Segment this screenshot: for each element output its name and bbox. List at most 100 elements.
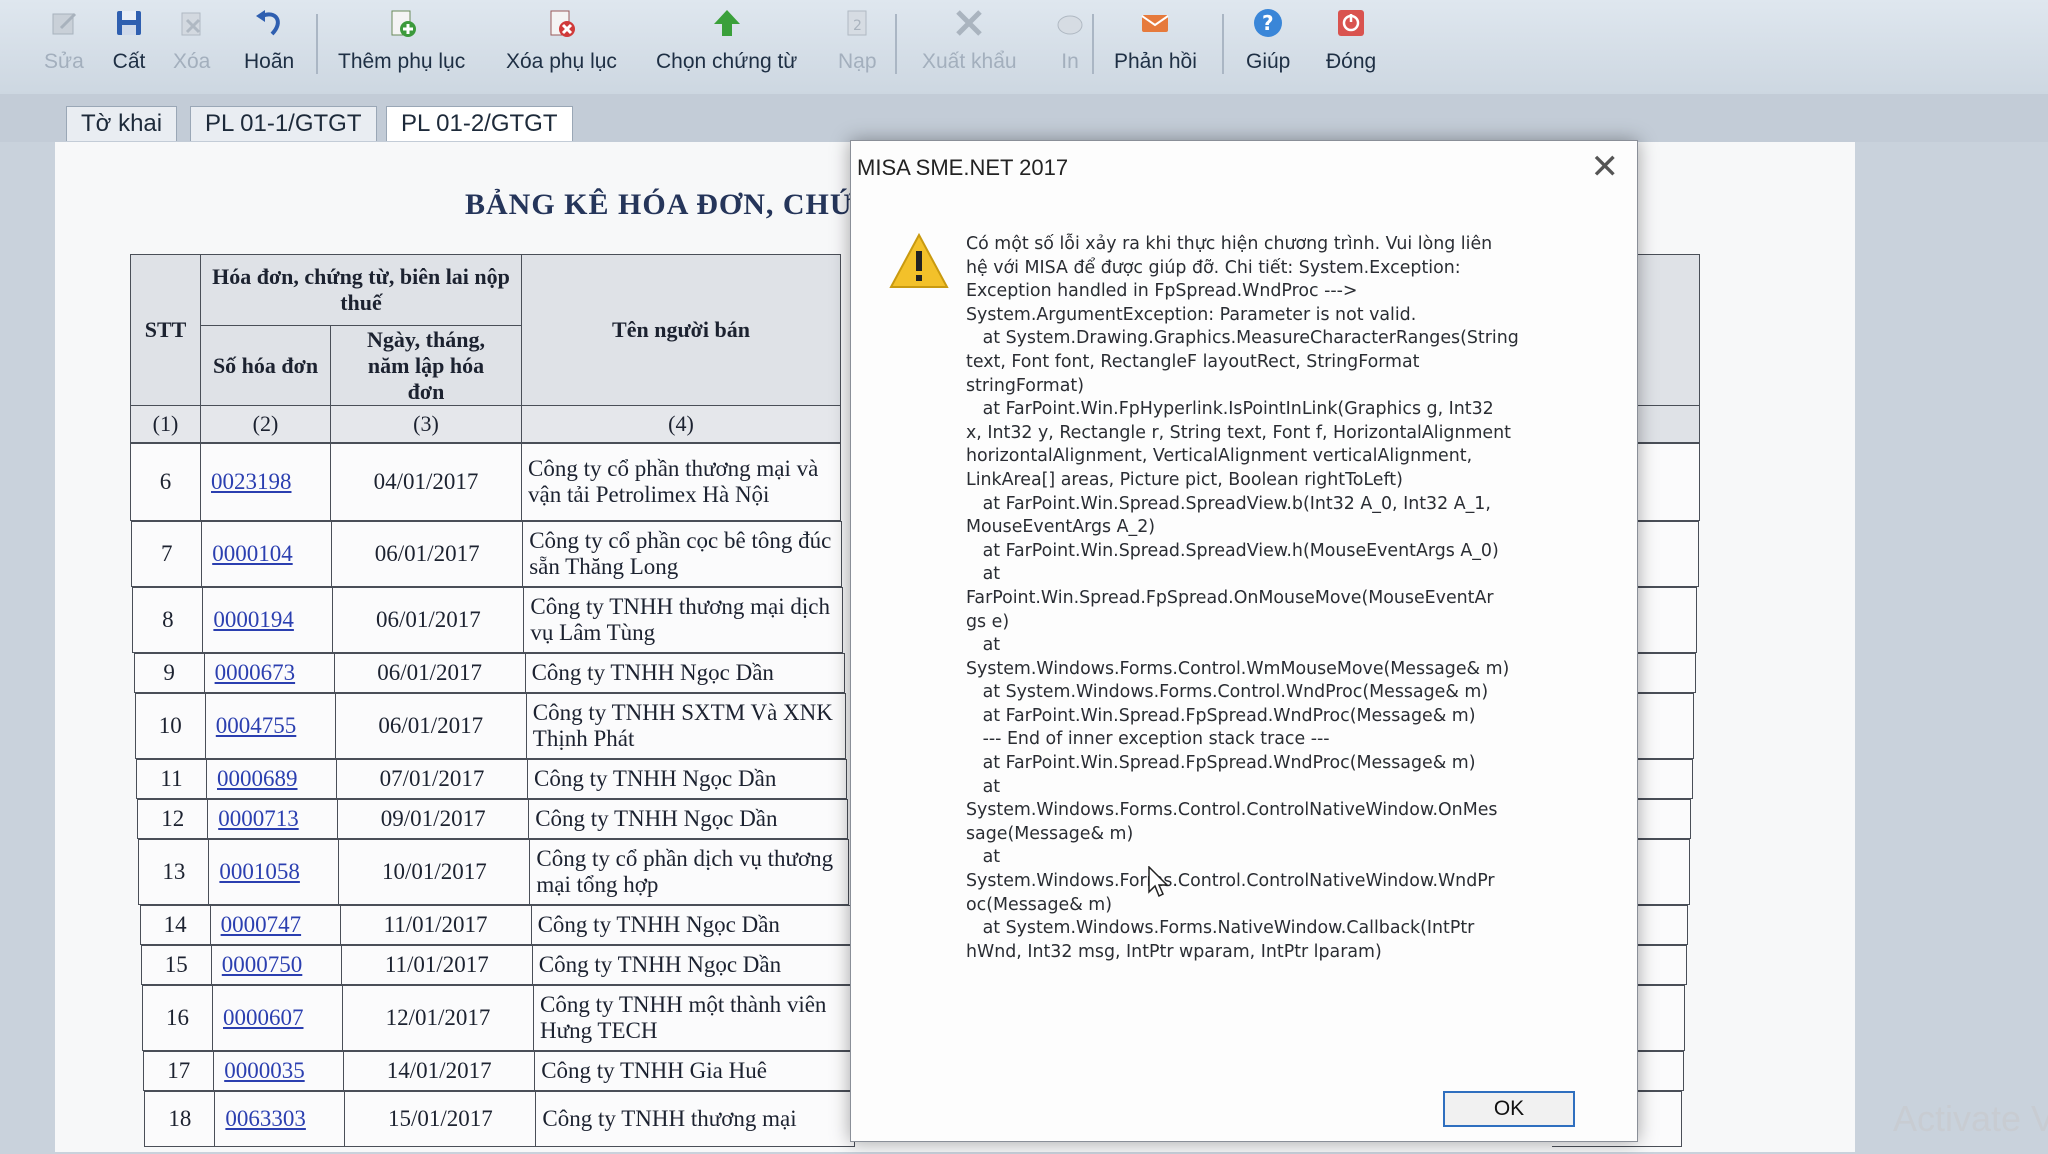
invoice-link[interactable]: 0000607 xyxy=(223,1005,304,1031)
invoice-link[interactable]: 0000104 xyxy=(212,541,293,567)
cell-invoice-no: 0023198 xyxy=(200,443,331,521)
cell-invoice-no: 0063303 xyxy=(214,1091,346,1147)
cell-stt: 16 xyxy=(142,985,213,1051)
cell-stt: 9 xyxy=(133,653,205,693)
undo-button[interactable]: Hoãn xyxy=(244,6,294,88)
tab-pl-01-2[interactable]: PL 01-2/GTGT xyxy=(386,106,573,141)
ok-button[interactable]: OK xyxy=(1443,1091,1575,1127)
table-row: 16 0000607 12/01/2017 Công ty TNHH một thàn… xyxy=(130,985,870,1051)
cell-invoice-no: 0000035 xyxy=(213,1051,345,1091)
feedback-icon xyxy=(1138,6,1172,40)
invoice-link[interactable]: 0000689 xyxy=(217,766,298,792)
cell-invoice-no: 0000689 xyxy=(206,759,337,799)
cell-date: 15/01/2017 xyxy=(344,1091,537,1147)
col-number-1: (1) xyxy=(130,405,201,443)
cell-stt: 8 xyxy=(132,587,204,653)
table-row: 15 0000750 11/01/2017 Công ty TNHH Ngọc Dần xyxy=(130,945,870,985)
help-icon: ? xyxy=(1251,6,1285,40)
cell-seller: Công ty cổ phần cọc bê tông đúc sẵn Thăn… xyxy=(522,521,843,587)
invoice-link[interactable]: 0001058 xyxy=(219,859,300,885)
print-icon xyxy=(1053,6,1087,40)
cell-date: 11/01/2017 xyxy=(339,905,532,945)
cell-invoice-no: 0000673 xyxy=(203,653,335,693)
cell-stt: 14 xyxy=(139,905,211,945)
cell-invoice-no: 0000104 xyxy=(201,521,333,587)
cell-date: 09/01/2017 xyxy=(337,799,530,839)
invoice-link[interactable]: 0000750 xyxy=(222,952,303,978)
invoice-link[interactable]: 0000673 xyxy=(215,660,296,686)
cell-seller: Công ty TNHH Gia Huê xyxy=(534,1051,855,1091)
cell-seller: Công ty TNHH Ngọc Dần xyxy=(531,945,852,985)
edit-button[interactable]: Sửa xyxy=(44,6,84,88)
dialog-title: MISA SME.NET 2017 xyxy=(857,155,1069,180)
cell-date: 06/01/2017 xyxy=(334,693,527,759)
export-button[interactable]: Xuất khẩu xyxy=(922,6,1017,88)
add-appendix-button[interactable]: Thêm phụ lục xyxy=(338,6,465,88)
table-row: 14 0000747 11/01/2017 Công ty TNHH Ngọc Dần xyxy=(130,905,870,945)
invoice-link[interactable]: 0000035 xyxy=(224,1058,305,1084)
col-number-2: (2) xyxy=(200,405,331,443)
cell-date: 06/01/2017 xyxy=(332,587,525,653)
select-document-icon xyxy=(710,6,744,40)
header-stt: STT xyxy=(130,254,201,406)
cell-seller: Công ty TNHH Ngọc Dần xyxy=(527,759,847,799)
cell-date: 06/01/2017 xyxy=(333,653,526,693)
cell-seller: Công ty TNHH SXTM Và XNK Thịnh Phát xyxy=(525,693,846,759)
toolbar-separator xyxy=(895,14,897,74)
toolbar-separator xyxy=(1222,14,1224,74)
invoice-link[interactable]: 0023198 xyxy=(211,469,292,495)
cell-invoice-no: 0004755 xyxy=(204,693,336,759)
activate-watermark: Activate V xyxy=(1893,1098,2048,1139)
print-button[interactable]: In xyxy=(1053,6,1087,88)
close-icon[interactable]: ✕ xyxy=(1591,147,1620,187)
feedback-button[interactable]: Phản hồi xyxy=(1114,6,1197,88)
load-icon: 2 xyxy=(840,6,874,40)
undo-icon xyxy=(252,6,286,40)
save-icon xyxy=(112,6,146,40)
toolbar-separator xyxy=(1092,14,1094,74)
table-row: 13 0001058 10/01/2017 Công ty cổ phần dịch … xyxy=(130,839,870,905)
tab-pl-01-1[interactable]: PL 01-1/GTGT xyxy=(190,106,377,141)
cell-seller: Công ty TNHH thương mại dịch vụ Lâm Tùng xyxy=(523,587,844,653)
error-dialog: MISA SME.NET 2017 ✕ Có một số lỗi xảy ra… xyxy=(850,140,1638,1142)
table-row: 7 0000104 06/01/2017 Công ty cổ phần cọc bê… xyxy=(130,521,870,587)
table-row: 18 0063303 15/01/2017 Công ty TNHH thương m… xyxy=(130,1091,870,1147)
cell-stt: 10 xyxy=(134,693,206,759)
delete-button[interactable]: Xóa xyxy=(173,6,210,88)
cell-date: 12/01/2017 xyxy=(342,985,534,1051)
tab-to-khai[interactable]: Tờ khai xyxy=(66,106,178,141)
tab-strip: Tờ khai PL 01-1/GTGT PL 01-2/GTGT xyxy=(0,94,2048,142)
cell-seller: Công ty cổ phần dịch vụ thương mại tổng … xyxy=(529,839,850,905)
close-window-button[interactable]: Đóng xyxy=(1326,6,1376,88)
table-row: 8 0000194 06/01/2017 Công ty TNHH thương mạ… xyxy=(130,587,870,653)
cell-seller: Công ty TNHH một thành viên Hưng TECH xyxy=(533,985,853,1051)
cell-stt: 18 xyxy=(144,1091,216,1147)
edit-icon xyxy=(47,6,81,40)
header-seller: Tên người bán xyxy=(521,254,841,406)
remove-appendix-button[interactable]: Xóa phụ lục xyxy=(506,6,617,88)
save-button[interactable]: Cất xyxy=(112,6,146,88)
svg-text:2: 2 xyxy=(853,18,862,34)
invoice-link[interactable]: 0000747 xyxy=(221,912,302,938)
error-message: Có một số lỗi xảy ra khi thực hiện chươn… xyxy=(966,234,1519,962)
table-row: 12 0000713 09/01/2017 Công ty TNHH Ngọc Dần xyxy=(130,799,870,839)
select-document-button[interactable]: Chọn chứng từ xyxy=(656,6,797,88)
toolbar-separator xyxy=(316,14,318,74)
table-row: 11 0000689 07/01/2017 Công ty TNHH Ngọc Dần xyxy=(130,759,870,799)
cell-seller: Công ty cổ phần thương mại và vận tải Pe… xyxy=(521,443,841,521)
cell-date: 14/01/2017 xyxy=(343,1051,536,1091)
table-row: 10 0004755 06/01/2017 Công ty TNHH SXTM Và … xyxy=(130,693,870,759)
invoice-link[interactable]: 0063303 xyxy=(225,1106,306,1132)
header-invoice-group: Hóa đơn, chứng từ, biên lai nộp thuế xyxy=(200,254,522,326)
load-button[interactable]: 2 Nạp xyxy=(838,6,877,88)
cell-invoice-no: 0000713 xyxy=(207,799,339,839)
invoice-link[interactable]: 0000713 xyxy=(218,806,299,832)
cell-date: 04/01/2017 xyxy=(330,443,522,521)
help-button[interactable]: ? Giúp xyxy=(1246,6,1290,88)
remove-appendix-icon xyxy=(544,6,578,40)
cell-stt: 13 xyxy=(138,839,210,905)
invoice-link[interactable]: 0000194 xyxy=(213,607,294,633)
invoice-link[interactable]: 0004755 xyxy=(216,713,297,739)
table-row: 6 0023198 04/01/2017 Công ty cổ phần thương… xyxy=(130,443,870,521)
warning-icon xyxy=(889,232,949,294)
